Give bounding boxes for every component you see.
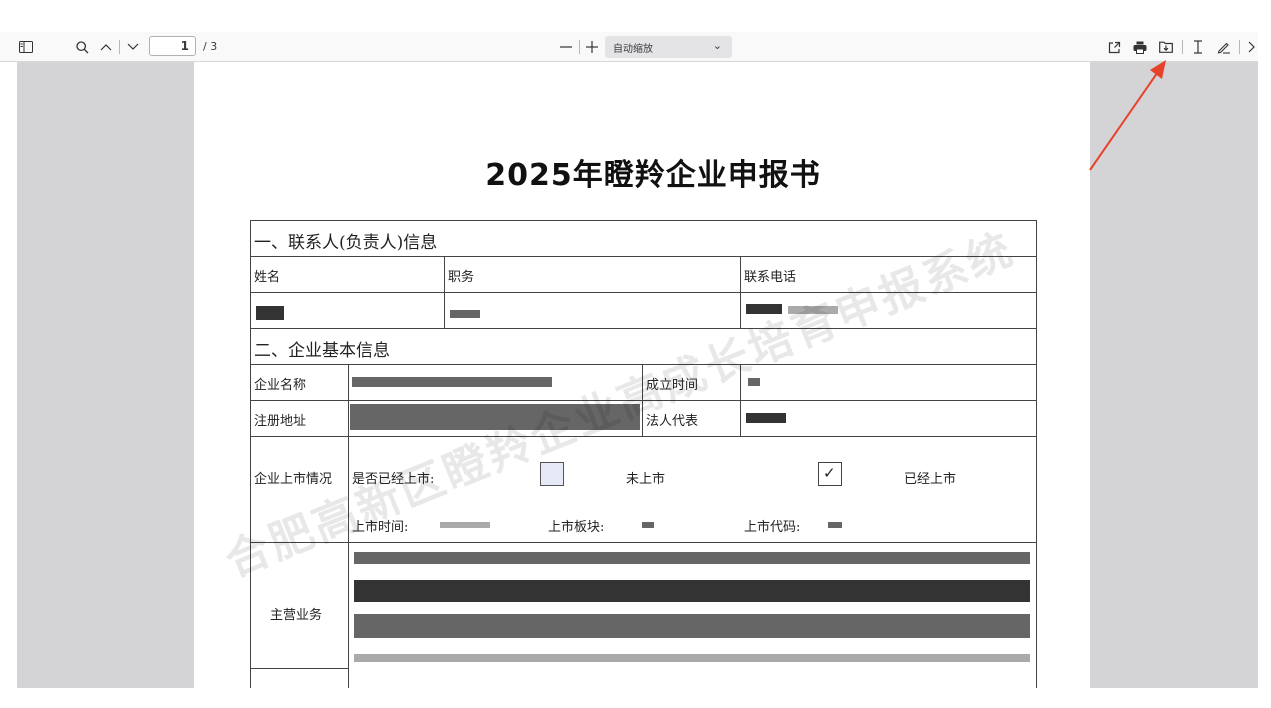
bottom-blank-area — [0, 688, 1271, 708]
red-annotation-arrow — [1089, 60, 1166, 171]
